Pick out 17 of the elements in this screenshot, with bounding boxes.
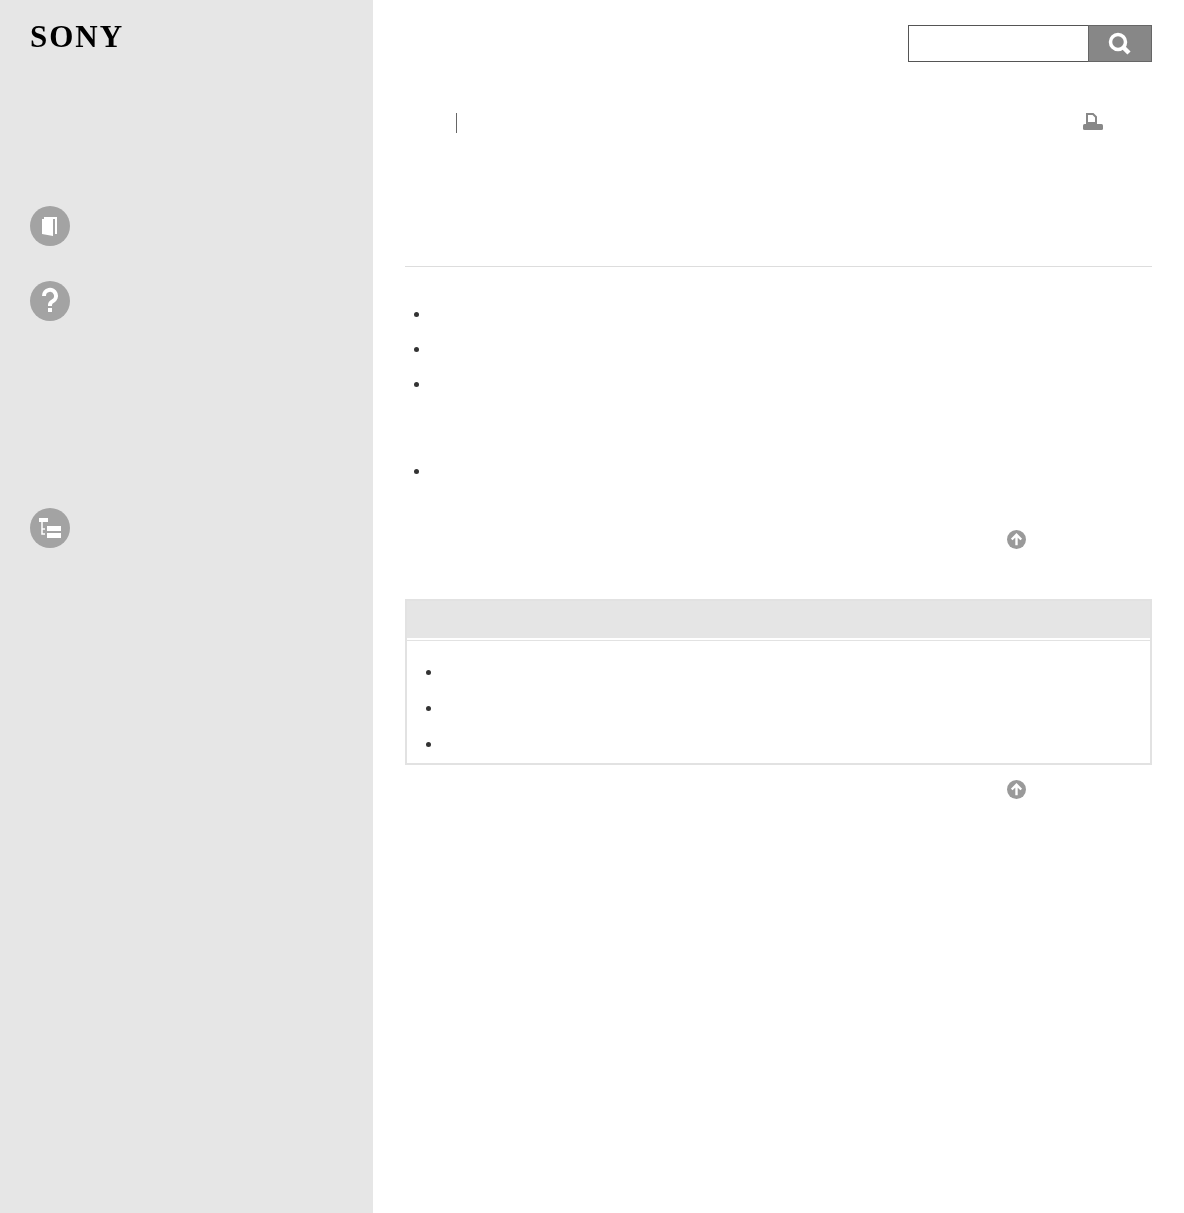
bullet-dot	[426, 706, 431, 711]
bullet-dot	[414, 469, 419, 474]
arrow-up-icon[interactable]	[1007, 780, 1026, 799]
search-button[interactable]	[1088, 25, 1152, 62]
bullet-dot	[414, 312, 419, 317]
search-icon	[1107, 30, 1133, 57]
bullet-dot	[426, 742, 431, 747]
print-icon[interactable]	[1082, 113, 1104, 133]
bullet-dot	[414, 382, 419, 387]
tree-icon[interactable]	[30, 508, 70, 548]
help-icon[interactable]	[30, 281, 70, 321]
bullet-dot	[426, 670, 431, 675]
logo[interactable]: SONY	[30, 22, 125, 52]
search-field[interactable]	[908, 25, 1088, 62]
book-icon[interactable]	[30, 206, 70, 246]
bullet-dot	[414, 347, 419, 352]
arrow-up-icon[interactable]	[1007, 530, 1026, 549]
